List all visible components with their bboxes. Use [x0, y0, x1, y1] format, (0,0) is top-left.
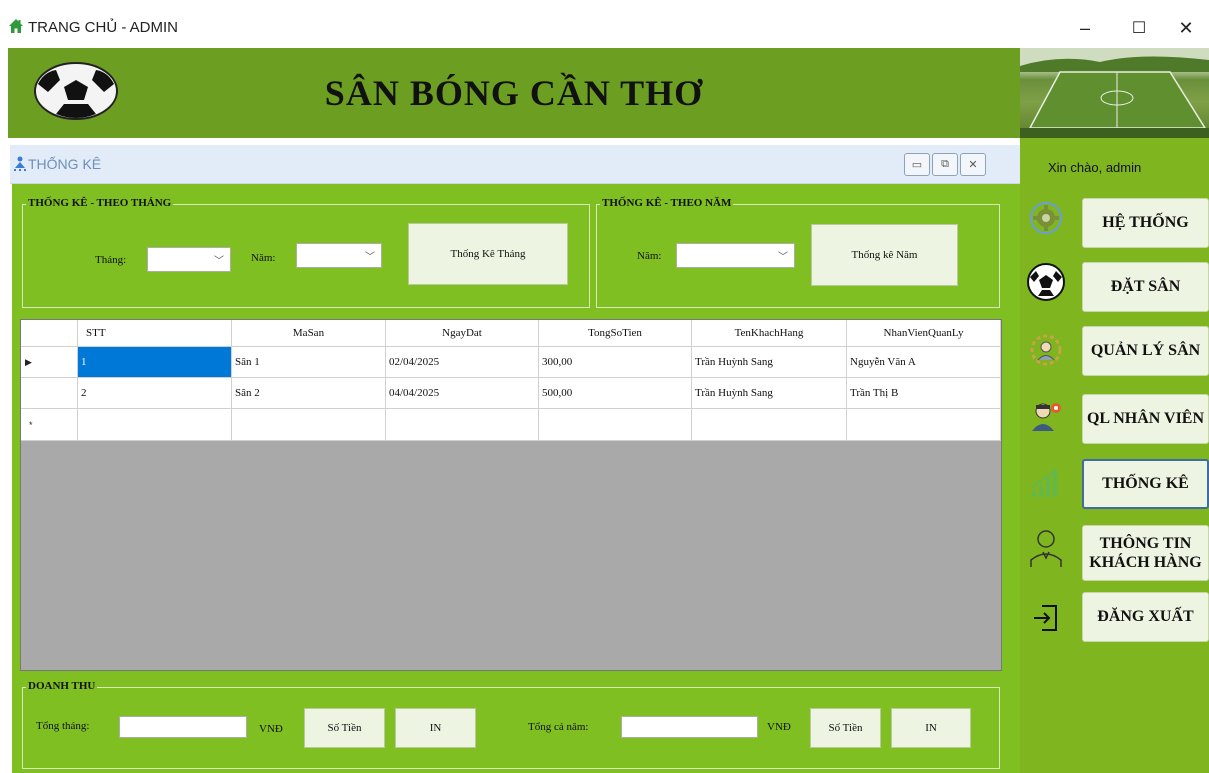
- month-label: Tháng:: [95, 254, 127, 266]
- table-cell[interactable]: 2: [78, 378, 232, 409]
- table-cell-new[interactable]: [847, 409, 1001, 441]
- column-header-tongsotien[interactable]: TongSoTien: [539, 320, 692, 347]
- logout-icon: [1026, 598, 1066, 638]
- minimize-button[interactable]: –: [1062, 10, 1108, 46]
- revenue-group-title: DOANH THU: [26, 680, 98, 692]
- close-button[interactable]: ✕: [1163, 10, 1209, 46]
- table-cell[interactable]: 300,00: [539, 347, 692, 378]
- nav-quan-ly-san-button[interactable]: QUẢN LÝ SÂN: [1082, 326, 1209, 376]
- row-header-current[interactable]: ▶: [21, 347, 78, 378]
- column-header-ngaydat[interactable]: NgayDat: [386, 320, 539, 347]
- chevron-down-icon: ﹀: [214, 256, 224, 267]
- customer-icon: [1026, 528, 1066, 568]
- year-stats-button[interactable]: Thống kê Năm: [811, 224, 958, 286]
- year-print-button[interactable]: IN: [891, 708, 971, 748]
- table-cell[interactable]: Nguyễn Văn A: [847, 347, 1001, 378]
- year-total-label: Tổng cả năm:: [528, 721, 589, 733]
- table-cell[interactable]: Sân 1: [232, 347, 386, 378]
- chart-icon: [1026, 462, 1066, 502]
- child-close-button[interactable]: ✕: [960, 153, 986, 176]
- grid-corner: [21, 320, 78, 347]
- table-cell[interactable]: Trần Huỳnh Sang: [692, 347, 847, 378]
- year-label: Năm:: [251, 252, 276, 264]
- year-total-field[interactable]: [621, 716, 758, 738]
- staff-icon: [1026, 396, 1066, 436]
- nav-ql-nhan-vien-button[interactable]: QL NHÂN VIÊN: [1082, 394, 1209, 444]
- table-cell-new[interactable]: [386, 409, 539, 441]
- row-header-new[interactable]: *: [21, 409, 78, 441]
- nav-thong-ke-button[interactable]: THỐNG KÊ: [1082, 459, 1209, 509]
- month-print-button[interactable]: IN: [395, 708, 476, 748]
- manager-gear-icon: [1026, 330, 1066, 370]
- window-title: TRANG CHỦ - ADMIN: [28, 19, 178, 36]
- table-cell[interactable]: Trần Huỳnh Sang: [692, 378, 847, 409]
- year-only-select[interactable]: ﹀: [676, 243, 795, 268]
- greeting-text: Xin chào, admin: [1048, 160, 1142, 175]
- month-amount-button[interactable]: Số Tiền: [304, 708, 385, 748]
- year-group-title: THỐNG KÊ - THEO NĂM: [600, 197, 734, 209]
- month-currency-label: VNĐ: [259, 723, 283, 735]
- title-bar: [0, 0, 1209, 46]
- year-currency-label: VNĐ: [767, 721, 791, 733]
- soccer-ball-logo: [34, 62, 118, 125]
- table-cell-new[interactable]: [232, 409, 386, 441]
- child-restore-button[interactable]: ⧉: [932, 153, 958, 176]
- column-header-stt[interactable]: STT: [78, 320, 232, 347]
- row-header[interactable]: [21, 378, 78, 409]
- month-total-field[interactable]: [119, 716, 247, 738]
- month-select[interactable]: ﹀: [147, 247, 231, 272]
- chevron-down-icon: ﹀: [365, 252, 375, 263]
- month-stats-button[interactable]: Thống Kê Tháng: [408, 223, 568, 285]
- child-title-bar: [10, 145, 1020, 184]
- statistics-window-icon: [14, 156, 26, 177]
- child-minimize-button[interactable]: ▭: [904, 153, 930, 176]
- table-cell[interactable]: 04/04/2025: [386, 378, 539, 409]
- year-only-label: Năm:: [637, 250, 662, 262]
- table-cell[interactable]: Trần Thị B: [847, 378, 1001, 409]
- year-amount-button[interactable]: Số Tiền: [810, 708, 881, 748]
- month-group-title: THỐNG KÊ - THEO THÁNG: [26, 197, 174, 209]
- table-cell-new[interactable]: [539, 409, 692, 441]
- table-cell[interactable]: Sân 2: [232, 378, 386, 409]
- home-icon: [8, 18, 24, 39]
- table-cell-new[interactable]: [78, 409, 232, 441]
- booking-grid[interactable]: STT MaSan NgayDat TongSoTien TenKhachHan…: [20, 319, 1002, 671]
- table-cell[interactable]: 1: [78, 347, 232, 378]
- soccer-ball-icon: [1026, 262, 1066, 302]
- column-header-tenkhachhang[interactable]: TenKhachHang: [692, 320, 847, 347]
- nav-dang-xuat-button[interactable]: ĐĂNG XUẤT: [1082, 592, 1209, 642]
- chevron-down-icon: ﹀: [778, 252, 788, 263]
- nav-dat-san-button[interactable]: ĐẶT SÂN: [1082, 262, 1209, 312]
- child-window-title: THỐNG KÊ: [28, 156, 102, 172]
- year-select[interactable]: ﹀: [296, 243, 382, 268]
- brand-title: SÂN BÓNG CẦN THƠ: [324, 73, 704, 113]
- gear-icon: [1026, 198, 1066, 238]
- table-cell-new[interactable]: [692, 409, 847, 441]
- maximize-button[interactable]: ☐: [1116, 10, 1162, 46]
- stadium-image: [1020, 48, 1209, 138]
- month-total-label: Tổng tháng:: [36, 720, 90, 732]
- table-cell[interactable]: 500,00: [539, 378, 692, 409]
- table-cell[interactable]: 02/04/2025: [386, 347, 539, 378]
- nav-thong-tin-khach-hang-button[interactable]: THÔNG TIN KHÁCH HÀNG: [1082, 525, 1209, 581]
- column-header-masan[interactable]: MaSan: [232, 320, 386, 347]
- nav-he-thong-button[interactable]: HỆ THỐNG: [1082, 198, 1209, 248]
- column-header-nhanvienquanly[interactable]: NhanVienQuanLy: [847, 320, 1001, 347]
